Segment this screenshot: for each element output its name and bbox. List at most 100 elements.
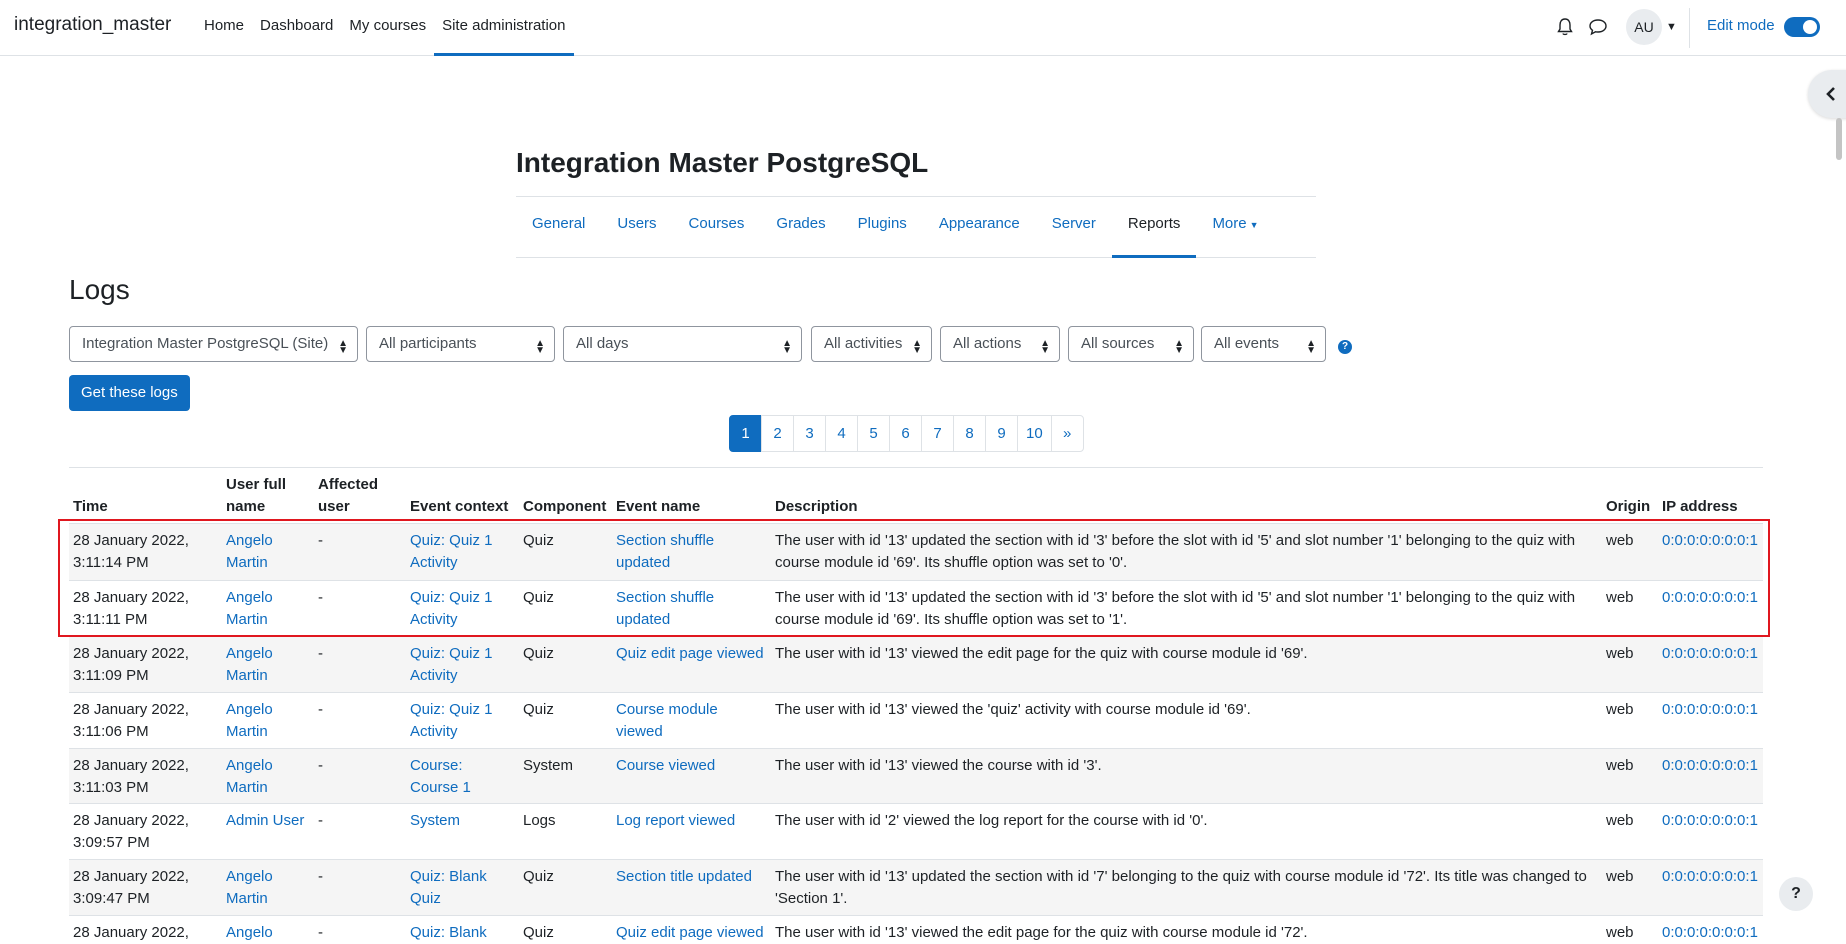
tab-courses[interactable]: Courses (673, 197, 761, 258)
page-heading: Logs (69, 274, 130, 305)
col-header-origin: Origin (1606, 498, 1651, 515)
cell-event-context-link[interactable]: Quiz: Quiz 1 Activity (410, 643, 493, 687)
cell-user-link[interactable]: Angelo Martin (226, 587, 273, 631)
cell-event-context-link[interactable]: Course: Course 1 (410, 755, 471, 799)
cell-description: The user with id '13' viewed the edit pa… (775, 924, 1308, 941)
sources-select[interactable]: All sources ▲ ▼ (1068, 326, 1194, 362)
cell-event-context-link[interactable]: Quiz: Blank Quiz (410, 866, 487, 910)
cell-event-context-link[interactable]: Quiz: Quiz 1 Activity (410, 530, 493, 574)
cell-ip-address-link[interactable]: 0:0:0:0:0:0:0:1 (1662, 810, 1758, 832)
cell-affected-user: - (318, 701, 323, 718)
get-logs-button[interactable]: Get these logs (69, 375, 190, 411)
footer-help-button[interactable]: ? (1779, 877, 1813, 911)
page-3[interactable]: 3 (793, 415, 826, 452)
cell-ip-address-link[interactable]: 0:0:0:0:0:0:0:1 (1662, 643, 1758, 665)
cell-ip-address-link[interactable]: 0:0:0:0:0:0:0:1 (1662, 530, 1758, 552)
cell-event-name-link[interactable]: Quiz edit page viewed (616, 922, 764, 944)
cell-component: System (523, 757, 574, 774)
cell-ctx-line2: Course 1 (410, 779, 471, 796)
page-10[interactable]: 10 (1017, 415, 1052, 452)
participants-select[interactable]: All participants ▲ ▼ (366, 326, 555, 362)
cell-user-first: Angelo (226, 645, 273, 662)
nav-site-administration[interactable]: Site administration (434, 0, 574, 56)
cell-event-context-link[interactable]: System (410, 810, 460, 832)
nav-home[interactable]: Home (196, 0, 252, 56)
cell-event-context-link[interactable]: Quiz: Quiz 1 Activity (410, 587, 493, 631)
cell-user-first: Angelo (226, 757, 273, 774)
page-4[interactable]: 4 (825, 415, 858, 452)
days-select-value: All days (576, 335, 629, 352)
cell-event-context-link[interactable]: Quiz: Quiz 1 Activity (410, 699, 493, 743)
cell-desc-line2: 'Section 1'. (775, 890, 848, 907)
cell-ip-address-link[interactable]: 0:0:0:0:0:0:0:1 (1662, 587, 1758, 609)
cell-component: Logs (523, 812, 556, 829)
user-avatar[interactable]: AU (1626, 9, 1662, 45)
cell-desc-line1: The user with id '13' updated the sectio… (775, 589, 1576, 606)
page-8[interactable]: 8 (953, 415, 986, 452)
actions-select[interactable]: All actions ▲ ▼ (940, 326, 1060, 362)
cell-ip-address-link[interactable]: 0:0:0:0:0:0:0:1 (1662, 699, 1758, 721)
course-select[interactable]: Integration Master PostgreSQL (Site) ▲ ▼ (69, 326, 358, 362)
cell-user-link[interactable]: Angelo Martin (226, 699, 273, 743)
nav-my-courses[interactable]: My courses (341, 0, 434, 56)
cell-time-date: 28 January 2022, (73, 701, 189, 718)
cell-ip-address-link[interactable]: 0:0:0:0:0:0:0:1 (1662, 866, 1758, 888)
tab-plugins[interactable]: Plugins (842, 197, 923, 258)
cell-event-name-link[interactable]: Section shuffle updated (616, 587, 714, 631)
next-page[interactable]: » (1050, 415, 1084, 452)
page-9[interactable]: 9 (985, 415, 1018, 452)
table-row: 28 January 2022, 3:11:06 PM Angelo Martin … (69, 692, 1763, 748)
cell-user-link[interactable]: Angelo Martin (226, 530, 273, 574)
cell-user-link[interactable]: Angelo Martin (226, 755, 273, 799)
tab-users[interactable]: Users (601, 197, 672, 258)
user-menu-chevron-down-icon[interactable]: ▼ (1666, 21, 1677, 33)
cell-user-link[interactable]: Admin User (226, 810, 304, 832)
site-brand[interactable]: integration_master (14, 14, 171, 36)
page-5[interactable]: 5 (857, 415, 890, 452)
activities-select[interactable]: All activities ▲ ▼ (811, 326, 932, 362)
cell-time: 28 January 2022, 3:09:47 PM (73, 866, 189, 910)
page-2[interactable]: 2 (761, 415, 794, 452)
tab-more[interactable]: More ▼ (1196, 197, 1274, 258)
cell-event-name-link[interactable]: Quiz edit page viewed (616, 643, 764, 665)
cell-event-name-link[interactable]: Section title updated (616, 866, 752, 888)
top-navbar: integration_master Home Dashboard My cou… (0, 0, 1846, 56)
question-help-icon[interactable]: ? (1338, 340, 1352, 354)
col-header-affected-user: Affected user (318, 474, 378, 518)
cell-user-link[interactable]: Angelo Martin (226, 643, 273, 687)
actions-select-value: All actions (953, 335, 1022, 352)
tab-server[interactable]: Server (1036, 197, 1112, 258)
page-scrollbar[interactable] (1836, 118, 1842, 160)
cell-user-link[interactable]: Angelo Martin (226, 866, 273, 910)
tab-reports[interactable]: Reports (1111, 197, 1197, 258)
messages-chat-icon[interactable] (1588, 17, 1608, 37)
cell-ip-address-link[interactable]: 0:0:0:0:0:0:0:1 (1662, 755, 1758, 777)
events-select[interactable]: All events ▲ ▼ (1201, 326, 1326, 362)
tab-grades[interactable]: Grades (760, 197, 841, 258)
page-6[interactable]: 6 (889, 415, 922, 452)
cell-time-clock: 3:11:09 PM (73, 667, 149, 684)
cell-event-context-link[interactable]: Quiz: Blank (410, 922, 487, 944)
cell-ctx-line2: Quiz (410, 890, 441, 907)
days-select[interactable]: All days ▲ ▼ (563, 326, 802, 362)
cell-event-name-link[interactable]: Course module viewed (616, 699, 718, 743)
page-7[interactable]: 7 (921, 415, 954, 452)
tab-appearance[interactable]: Appearance (923, 197, 1036, 258)
toggle-knob (1803, 20, 1817, 34)
cell-ip-address-link[interactable]: 0:0:0:0:0:0:0:1 (1662, 922, 1758, 944)
page-1[interactable]: 1 (729, 415, 762, 452)
nav-dashboard[interactable]: Dashboard (252, 0, 341, 56)
cell-affected-user: - (318, 757, 323, 774)
cell-event-name-link[interactable]: Section shuffle updated (616, 530, 714, 574)
cell-user-link[interactable]: Angelo (226, 922, 273, 944)
cell-description: The user with id '13' viewed the course … (775, 757, 1102, 774)
tab-general[interactable]: General (516, 197, 601, 258)
col-header-time: Time (73, 498, 108, 515)
site-title: Integration Master PostgreSQL (516, 147, 929, 178)
chevron-left-icon (1826, 87, 1835, 101)
cell-event-name-link[interactable]: Course viewed (616, 755, 715, 777)
open-block-drawer-button[interactable] (1808, 70, 1846, 118)
notifications-bell-icon[interactable] (1556, 17, 1574, 37)
edit-mode-toggle[interactable] (1784, 17, 1820, 37)
cell-event-name-link[interactable]: Log report viewed (616, 810, 735, 832)
